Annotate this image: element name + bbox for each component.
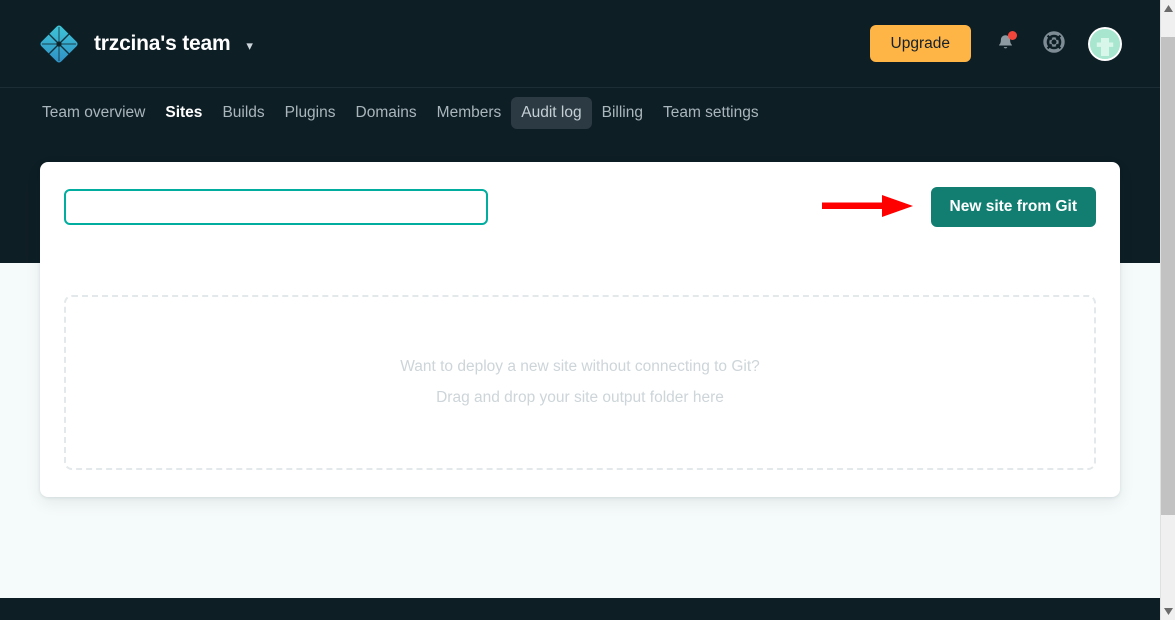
nav-item-plugins[interactable]: Plugins [275, 97, 346, 130]
upgrade-button[interactable]: Upgrade [869, 24, 971, 63]
nav-item-members[interactable]: Members [427, 97, 512, 130]
netlify-diamond-logo-icon [38, 23, 80, 65]
user-avatar[interactable] [1088, 26, 1122, 61]
scroll-up-arrow-icon[interactable] [1161, 0, 1175, 17]
scroll-down-arrow-icon[interactable] [1161, 603, 1175, 620]
scrollbar-thumb[interactable] [1161, 37, 1175, 515]
notifications-button[interactable] [990, 29, 1020, 59]
nav-item-team-overview[interactable]: Team overview [32, 97, 155, 130]
sites-panel-card: New site from Git Want to deploy a new s… [40, 162, 1120, 497]
sites-toolbar: New site from Git [40, 162, 1120, 252]
vertical-scrollbar[interactable] [1160, 0, 1175, 620]
nav-item-billing[interactable]: Billing [592, 97, 653, 130]
drop-zone-line-1: Want to deploy a new site without connec… [400, 358, 760, 376]
new-site-from-git-button[interactable]: New site from Git [930, 187, 1096, 227]
page-viewport: trzcina's team ▾ Upgrade Team overview S… [0, 0, 1160, 620]
top-header-bar: trzcina's team ▾ Upgrade [0, 0, 1160, 88]
site-drop-zone[interactable]: Want to deploy a new site without connec… [64, 295, 1096, 470]
team-brand[interactable]: trzcina's team ▾ [38, 23, 253, 65]
app-root: trzcina's team ▾ Upgrade Team overview S… [0, 0, 1175, 620]
header-actions: Upgrade [869, 24, 1122, 63]
nav-item-audit-log[interactable]: Audit log [511, 96, 592, 130]
scrollbar-track[interactable] [1161, 17, 1175, 603]
avatar-image [1090, 28, 1120, 59]
team-name-label: trzcina's team [94, 31, 231, 55]
chevron-down-icon[interactable]: ▾ [246, 39, 253, 52]
notification-badge-dot [1008, 30, 1017, 40]
help-button[interactable] [1039, 29, 1069, 59]
drop-zone-line-2: Drag and drop your site output folder he… [436, 388, 724, 406]
nav-item-sites[interactable]: Sites [155, 97, 212, 130]
search-sites-input[interactable] [64, 189, 488, 225]
lifebuoy-icon [1043, 31, 1065, 56]
primary-nav: Team overview Sites Builds Plugins Domai… [0, 89, 1160, 137]
nav-item-builds[interactable]: Builds [212, 97, 274, 130]
nav-item-domains[interactable]: Domains [346, 97, 427, 130]
nav-item-team-settings[interactable]: Team settings [653, 97, 769, 130]
footer-dark-strip [0, 598, 1160, 620]
